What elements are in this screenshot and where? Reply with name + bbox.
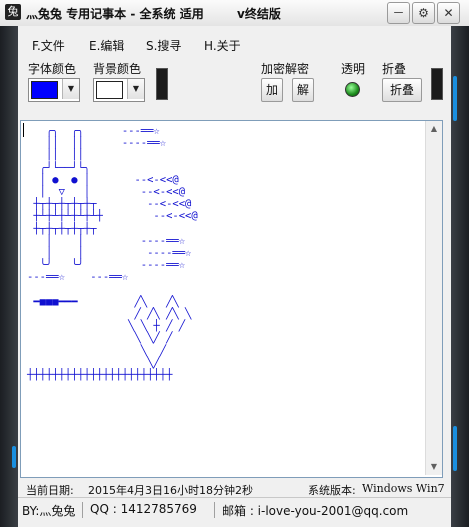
footer-bar: BY:灬兔兔 QQ : 1412785769 邮箱 : i-love-you-2…	[18, 497, 451, 522]
os-value: Windows Win7	[362, 482, 445, 495]
menu-bar: F.文件 E.编辑 S.搜寻 H.关于	[18, 34, 451, 56]
font-color-picker[interactable]: ▼	[28, 78, 80, 102]
menu-search[interactable]: S.搜寻	[146, 37, 181, 54]
title-bar[interactable]: 兔 灬兔兔 专用记事本 - 全系统 适用 v终结版 － ⚙ ✕	[0, 0, 469, 27]
fold-button[interactable]: 折叠	[382, 78, 422, 102]
os-label: 系统版本:	[308, 484, 356, 497]
app-icon: 兔	[5, 4, 21, 20]
scroll-up-icon[interactable]: ▲	[426, 121, 442, 137]
date-label: 当前日期:	[26, 484, 74, 497]
footer-divider	[82, 502, 83, 518]
minimize-icon: －	[392, 6, 405, 20]
fold-label: 折叠	[382, 62, 407, 76]
encrypt-button[interactable]: 加	[261, 78, 283, 102]
text-editor[interactable]: ╭╮ ╭╮ ---══☆ ││ ││ ----══☆ ││ ││ ╭┘└──┘└…	[20, 120, 443, 478]
gear-icon: ⚙	[418, 6, 429, 20]
decrypt-button[interactable]: 解	[292, 78, 314, 102]
side-toggle-button[interactable]	[156, 68, 168, 100]
bg-color-picker[interactable]: ▼	[93, 78, 145, 102]
close-button[interactable]: ✕	[437, 2, 460, 24]
side-toggle-button-right[interactable]	[431, 68, 443, 100]
status-bar: 当前日期: 2015年4月3日16小时18分钟2秒 系统版本: Windows …	[18, 478, 451, 498]
author-text: BY:灬兔兔	[22, 504, 76, 518]
app-window: 兔 灬兔兔 专用记事本 - 全系统 适用 v终结版 － ⚙ ✕ F.文件 E.编…	[0, 0, 469, 527]
menu-edit[interactable]: E.编辑	[89, 37, 124, 54]
vertical-scrollbar[interactable]: ▲ ▼	[425, 121, 442, 475]
right-accent-strip	[453, 76, 457, 121]
footer-divider	[214, 502, 215, 518]
menu-file[interactable]: F.文件	[32, 37, 65, 54]
scroll-down-icon[interactable]: ▼	[426, 459, 442, 475]
bg-color-label: 背景颜色	[93, 62, 142, 76]
left-accent-strip	[12, 446, 16, 468]
email-text: 邮箱 : i-love-you-2001@qq.com	[222, 504, 409, 518]
right-frame	[451, 26, 469, 527]
font-color-swatch	[31, 81, 58, 99]
settings-button[interactable]: ⚙	[412, 2, 435, 24]
main-panel: F.文件 E.编辑 S.搜寻 H.关于 字体颜色 ▼ 背景颜色 ▼ 加密解密 加…	[18, 26, 451, 527]
date-value: 2015年4月3日16小时18分钟2秒	[88, 484, 253, 497]
minimize-button[interactable]: －	[387, 2, 410, 24]
text-caret	[23, 123, 24, 137]
window-title-suffix: v终结版	[237, 7, 281, 21]
chevron-down-icon[interactable]: ▼	[127, 79, 144, 99]
transparency-indicator-icon[interactable]	[345, 82, 360, 97]
bg-color-swatch	[96, 81, 123, 99]
close-icon: ✕	[443, 6, 454, 20]
crypto-label: 加密解密	[261, 62, 310, 76]
window-title: 灬兔兔 专用记事本 - 全系统 适用	[26, 7, 204, 21]
qq-text: QQ : 1412785769	[90, 502, 197, 516]
font-color-label: 字体颜色	[28, 62, 77, 76]
right-accent-strip-lower	[453, 426, 457, 471]
left-frame	[0, 26, 18, 527]
transparency-label: 透明	[341, 62, 366, 76]
editor-content[interactable]: ╭╮ ╭╮ ---══☆ ││ ││ ----══☆ ││ ││ ╭┘└──┘└…	[27, 125, 198, 381]
menu-about[interactable]: H.关于	[204, 37, 241, 54]
chevron-down-icon[interactable]: ▼	[62, 79, 79, 99]
